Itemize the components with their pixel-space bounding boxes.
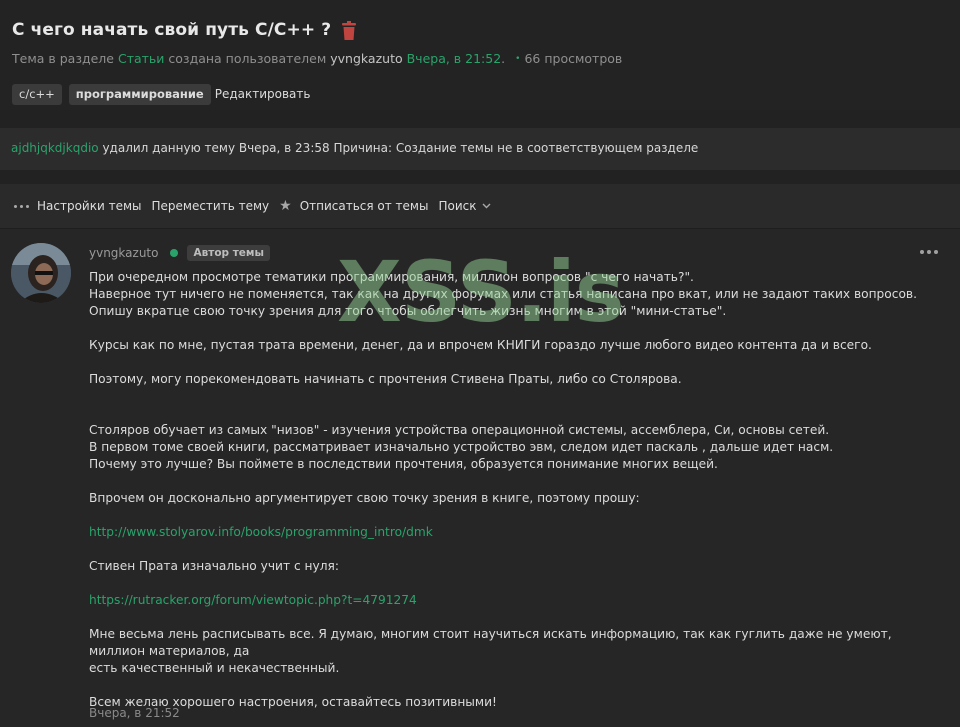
thread-header: С чего начать свой путь С/С++ ? Тема в р… [0,0,960,110]
post-paragraph-2: Курсы как по мне, пустая трата времени, … [89,338,872,352]
chevron-down-icon [482,201,491,212]
thread-settings-label: Настройки темы [37,199,142,213]
move-thread-label: Переместить тему [151,199,270,213]
thread-settings-button[interactable]: Настройки темы [14,199,141,213]
post-body: При очередном просмотре тематики програм… [89,269,949,711]
tag-c-cpp[interactable]: c/c++ [12,83,62,105]
post-paragraph-8: Всем желаю хорошего настроения, оставайт… [89,695,497,709]
post: yvngkazuto Автор темы При очередном прос… [0,228,960,727]
trash-icon[interactable] [342,20,357,40]
thread-created-time[interactable]: Вчера, в 21:52 [407,51,502,66]
section-link[interactable]: Статьи [118,51,164,66]
rutracker-link[interactable]: https://rutracker.org/forum/viewtopic.ph… [89,592,949,609]
post-paragraph-3: Поэтому, могу порекомендовать начинать с… [89,372,682,386]
star-icon: ★ [279,198,292,214]
meta-mid: создана пользователем [168,51,327,66]
post-timestamp[interactable]: Вчера, в 21:52 [89,706,180,720]
view-count: 66 просмотров [524,51,623,66]
thread-meta: Тема в разделе Статьи создана пользовате… [12,51,948,69]
post-paragraph-5: Впрочем он досконально аргументирует сво… [89,491,640,505]
edit-tags-link[interactable]: Редактировать [215,87,311,101]
search-label: Поиск [438,199,477,213]
moderator-link[interactable]: ajdhjqkdjkqdio [11,141,99,155]
tag-programming[interactable]: программирование [68,83,211,105]
meta-separator: • [515,54,521,64]
move-thread-button[interactable]: Переместить тему [151,199,269,213]
post-paragraph-7: Мне весьма лень расписывать все. Я думаю… [89,627,892,675]
post-menu-icon[interactable] [920,250,938,254]
thread-toolbar: Настройки темы Переместить тему ★ Отписа… [0,184,960,228]
unsubscribe-button[interactable]: ★ Отписаться от темы [279,198,428,214]
online-indicator-icon [170,249,179,257]
post-paragraph-4: Столяров обучает из самых "низов" - изуч… [89,423,834,471]
meta-period: . [501,51,506,66]
post-paragraph-6: Стивен Прата изначально учит с нуля: [89,559,339,573]
post-paragraph-1: При очередном просмотре тематики програм… [89,270,917,318]
thread-title: С чего начать свой путь С/С++ ? [12,20,332,40]
unsubscribe-label: Отписаться от темы [299,199,429,213]
meta-prefix: Тема в разделе [12,51,114,66]
author-badge: Автор темы [187,245,270,261]
tag-list: c/c++ программирование Редактировать [12,83,948,105]
more-dots-icon [14,204,29,208]
post-author-link[interactable]: yvngkazuto [89,246,158,260]
deletion-text: удалил данную тему Вчера, в 23:58 Причин… [102,141,699,155]
stolyarov-link[interactable]: http://www.stolyarov.info/books/programm… [89,524,949,541]
search-dropdown[interactable]: Поиск [438,199,491,213]
avatar[interactable] [11,243,71,303]
deletion-notice: ajdhjqkdjkqdio удалил данную тему Вчера,… [0,128,960,170]
thread-author-link[interactable]: yvngkazuto [330,51,402,66]
